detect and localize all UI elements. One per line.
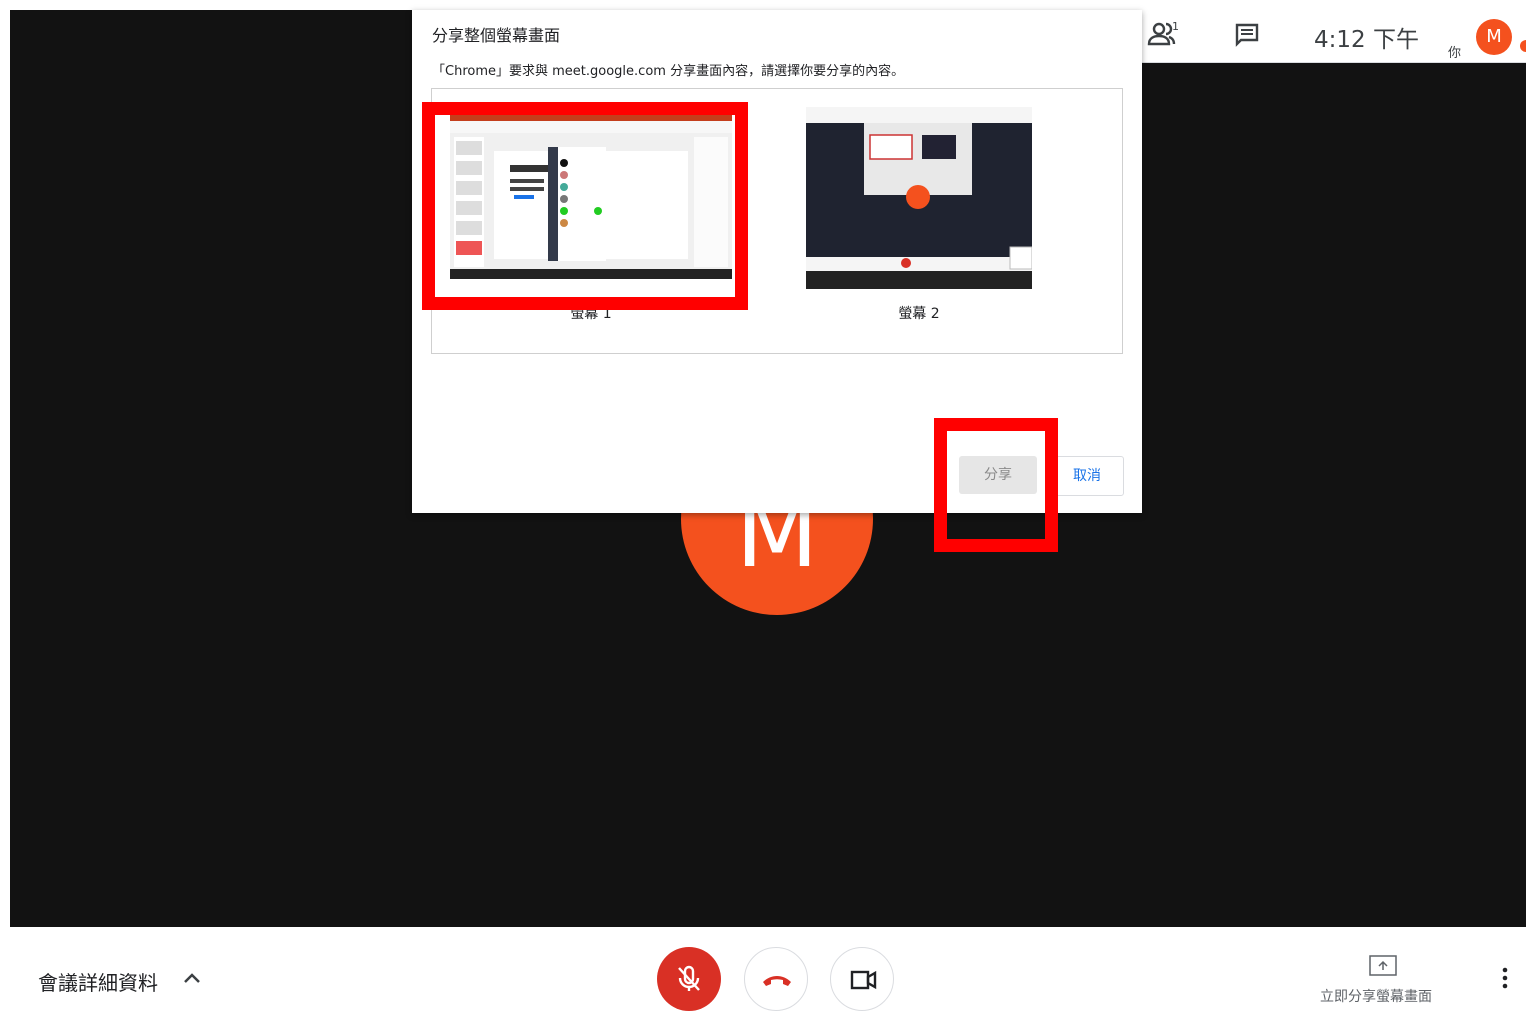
chat-icon[interactable] — [1234, 22, 1260, 52]
mic-toggle-button[interactable] — [657, 947, 721, 1011]
clock: 4:12 下午 — [1314, 27, 1419, 53]
avatar-status-dot — [1520, 40, 1526, 52]
present-now-label[interactable]: 立即分享螢幕畫面 — [1320, 986, 1432, 1006]
people-icon[interactable] — [1147, 20, 1185, 52]
top-bar: 1 4:12 下午 你 M — [1142, 10, 1526, 63]
camera-toggle-button[interactable] — [830, 947, 894, 1011]
screen-2-thumbnail[interactable] — [806, 107, 1032, 289]
more-options-icon[interactable] — [1500, 966, 1510, 994]
highlight-box-screen-1 — [422, 102, 748, 310]
phone-hangup-icon — [763, 976, 791, 986]
screen-2-preview — [806, 107, 1032, 289]
leave-call-button[interactable] — [744, 947, 808, 1011]
highlight-box-share-button — [934, 418, 1058, 552]
present-screen-icon[interactable] — [1369, 955, 1397, 983]
cancel-button[interactable]: 取消 — [1050, 456, 1124, 496]
you-label: 你 — [1448, 46, 1462, 61]
video-camera-icon — [850, 970, 877, 990]
chevron-up-icon[interactable] — [182, 968, 202, 992]
dialog-title: 分享整個螢幕畫面 — [432, 26, 561, 45]
screen-2-label: 螢幕 2 — [898, 306, 940, 322]
self-avatar[interactable]: M — [1476, 19, 1512, 55]
meeting-details-label[interactable]: 會議詳細資料 — [38, 967, 158, 996]
participants-count: 1 — [1172, 20, 1179, 33]
dialog-subtitle: 「Chrome」要求與 meet.google.com 分享畫面內容，請選擇你要… — [432, 64, 905, 79]
mic-off-icon — [678, 965, 700, 991]
